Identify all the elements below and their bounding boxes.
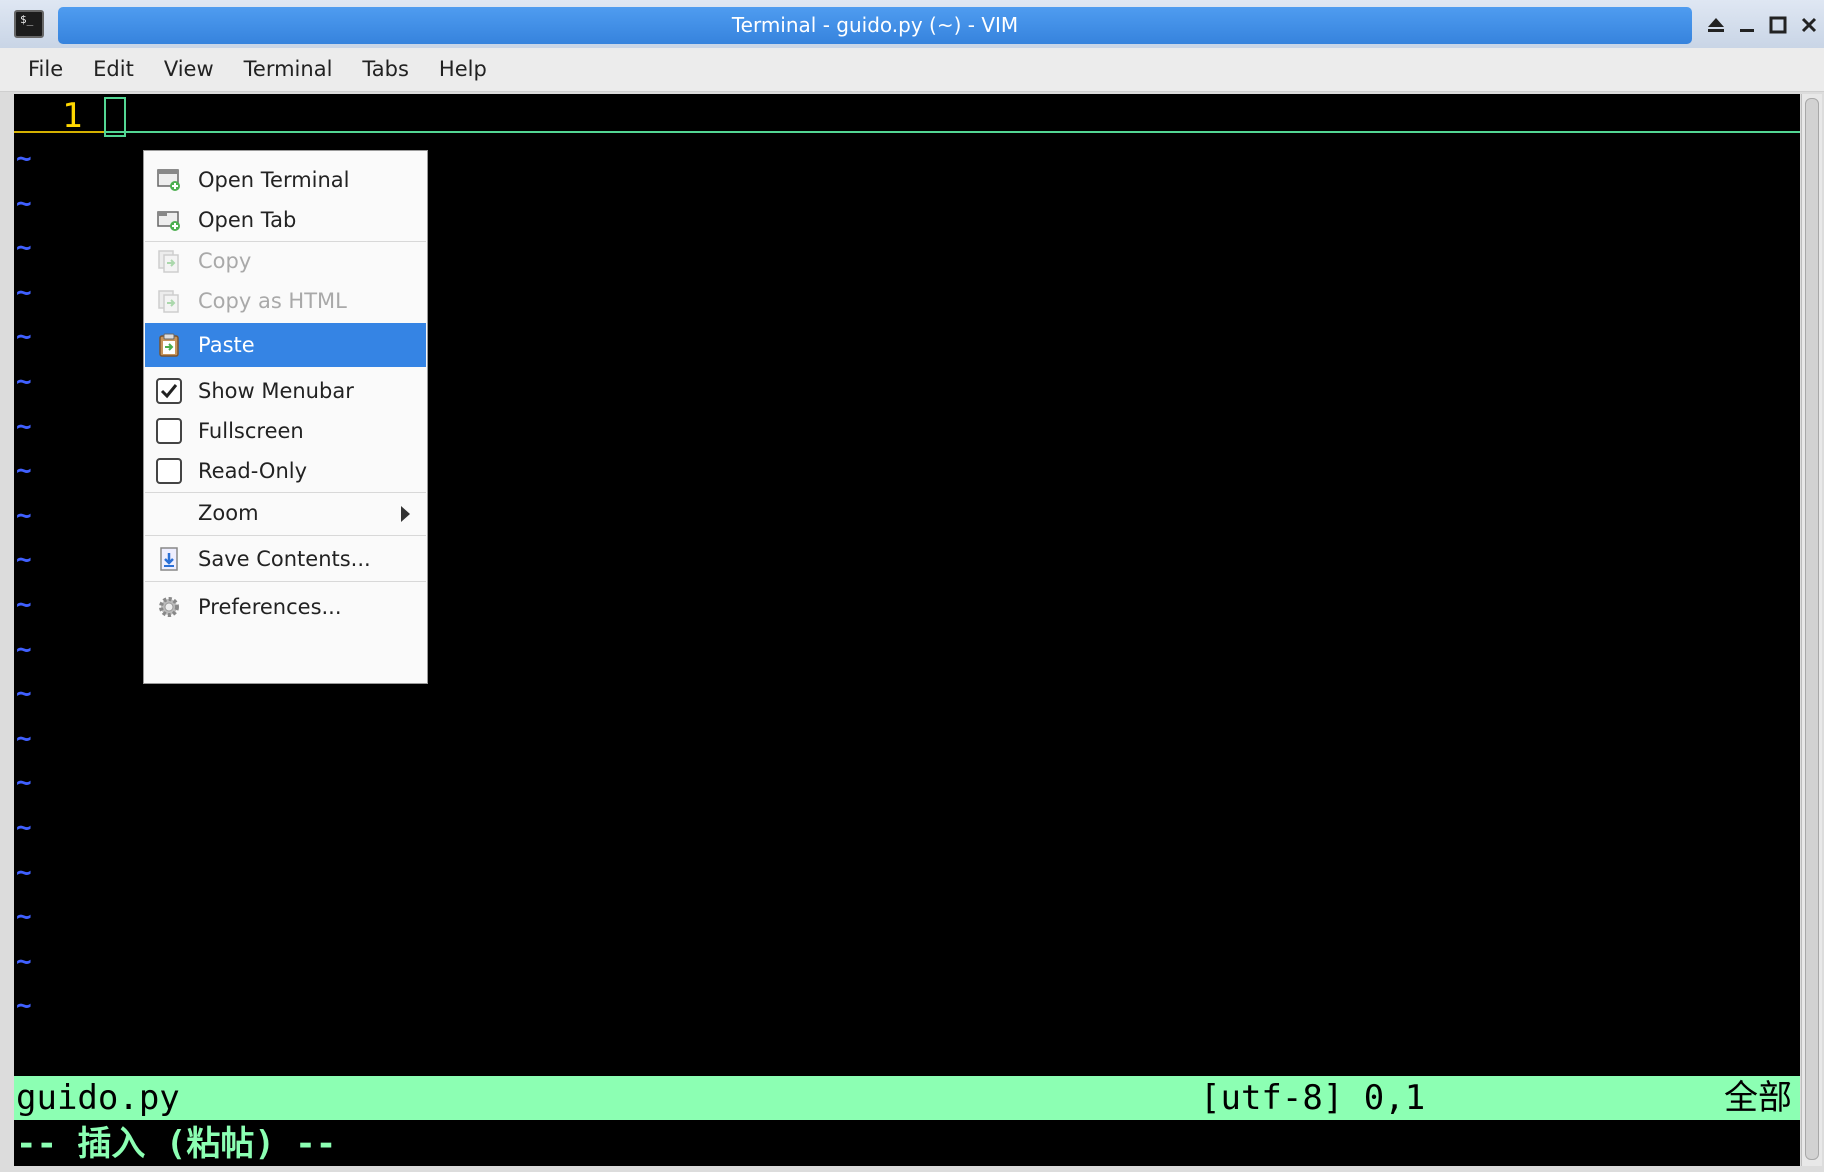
tilde-marker: ~ <box>16 634 32 665</box>
paste-icon <box>156 332 182 358</box>
menu-item-label: Fullscreen <box>198 419 304 443</box>
minimize-icon[interactable] <box>1731 8 1762 42</box>
menu-edit[interactable]: Edit <box>78 48 149 91</box>
copy-icon <box>156 248 182 274</box>
tilde-marker: ~ <box>16 411 32 442</box>
menu-item-label: Show Menubar <box>198 379 354 403</box>
menu-item-label: Open Terminal <box>198 168 350 192</box>
menu-item-open-terminal[interactable]: Open Terminal <box>145 158 426 202</box>
menu-item-label: Read-Only <box>198 459 308 483</box>
gear-icon <box>156 594 182 620</box>
tilde-marker: ~ <box>16 367 32 397</box>
menu-item-zoom[interactable]: Zoom <box>145 491 426 535</box>
tilde-marker: ~ <box>16 277 32 308</box>
status-encoding-position: [utf-8] 0,1 <box>1200 1078 1426 1118</box>
status-filename: guido.py <box>16 1078 180 1118</box>
context-menu: Open Terminal Open Tab Copy Copy as HTML… <box>143 150 428 684</box>
open-terminal-icon <box>156 167 182 193</box>
close-icon[interactable] <box>1793 8 1824 42</box>
line-number: 1 <box>62 96 83 136</box>
cursorline-underline <box>104 131 1800 133</box>
menu-terminal[interactable]: Terminal <box>229 48 348 91</box>
terminal-scrollbar[interactable] <box>1801 94 1822 1166</box>
tilde-marker: ~ <box>16 456 32 487</box>
menu-item-label: Paste <box>198 333 255 357</box>
vim-mode-line: -- 插入 (粘帖) -- <box>16 1124 337 1164</box>
tilde-marker: ~ <box>16 144 32 174</box>
menu-item-label: Zoom <box>198 501 259 525</box>
tilde-marker: ~ <box>16 768 32 799</box>
checkbox-unchecked-icon[interactable] <box>156 458 182 484</box>
menu-item-save-contents[interactable]: Save Contents... <box>145 537 426 581</box>
menu-file[interactable]: File <box>13 48 78 91</box>
title-bar[interactable]: $_ Terminal - guido.py (~) - VIM <box>0 0 1824 49</box>
tilde-marker: ~ <box>16 902 32 933</box>
window-title: Terminal - guido.py (~) - VIM <box>731 13 1019 37</box>
menu-item-label: Copy as HTML <box>198 289 347 313</box>
menu-item-paste[interactable]: Paste <box>145 323 426 367</box>
save-icon <box>156 546 182 572</box>
menu-item-label: Save Contents... <box>198 547 371 571</box>
menu-item-copy[interactable]: Copy <box>145 239 426 283</box>
tilde-marker: ~ <box>16 233 32 264</box>
menu-item-read-only[interactable]: Read-Only <box>145 449 426 493</box>
menu-separator <box>145 581 426 582</box>
terminal-app-icon[interactable]: $_ <box>14 10 44 38</box>
tilde-marker: ~ <box>16 991 32 1022</box>
menu-item-label: Copy <box>198 249 252 273</box>
title-pill[interactable]: Terminal - guido.py (~) - VIM <box>58 7 1692 44</box>
editor-line-1: 1 <box>14 94 1800 137</box>
menu-item-fullscreen[interactable]: Fullscreen <box>145 409 426 453</box>
menu-item-preferences[interactable]: Preferences... <box>145 585 426 629</box>
menu-separator <box>145 535 426 536</box>
vim-statusline: guido.py [utf-8] 0,1 全部 <box>14 1076 1800 1120</box>
scrollbar-thumb[interactable] <box>1805 98 1819 1160</box>
cursorline-number-underline <box>14 131 104 133</box>
menu-item-open-tab[interactable]: Open Tab <box>145 198 426 242</box>
menu-help[interactable]: Help <box>424 48 502 91</box>
menu-item-label: Preferences... <box>198 595 342 619</box>
tilde-marker: ~ <box>16 322 32 353</box>
menubar: File Edit View Terminal Tabs Help <box>0 48 1824 92</box>
open-tab-icon <box>156 207 182 233</box>
tilde-marker: ~ <box>16 679 32 710</box>
tilde-marker: ~ <box>16 545 32 576</box>
menu-tabs[interactable]: Tabs <box>347 48 424 91</box>
maximize-icon[interactable] <box>1762 8 1793 42</box>
checkbox-checked-icon[interactable] <box>156 378 182 404</box>
tilde-marker: ~ <box>16 857 32 888</box>
menu-item-label: Open Tab <box>198 208 297 232</box>
menu-item-copy-as-html[interactable]: Copy as HTML <box>145 279 426 323</box>
tilde-marker: ~ <box>16 946 32 977</box>
shade-icon[interactable] <box>1700 8 1731 42</box>
tilde-marker: ~ <box>16 500 32 531</box>
checkbox-unchecked-icon[interactable] <box>156 418 182 444</box>
tilde-marker: ~ <box>16 813 32 843</box>
menu-item-show-menubar[interactable]: Show Menubar <box>145 369 426 413</box>
status-scroll: 全部 <box>1724 1078 1792 1118</box>
menu-view[interactable]: View <box>149 48 229 91</box>
window-controls <box>1700 8 1824 42</box>
tilde-marker: ~ <box>16 590 32 620</box>
tilde-marker: ~ <box>16 723 32 754</box>
copy-html-icon <box>156 288 182 314</box>
submenu-arrow-icon <box>401 506 410 522</box>
tilde-marker: ~ <box>16 188 32 219</box>
